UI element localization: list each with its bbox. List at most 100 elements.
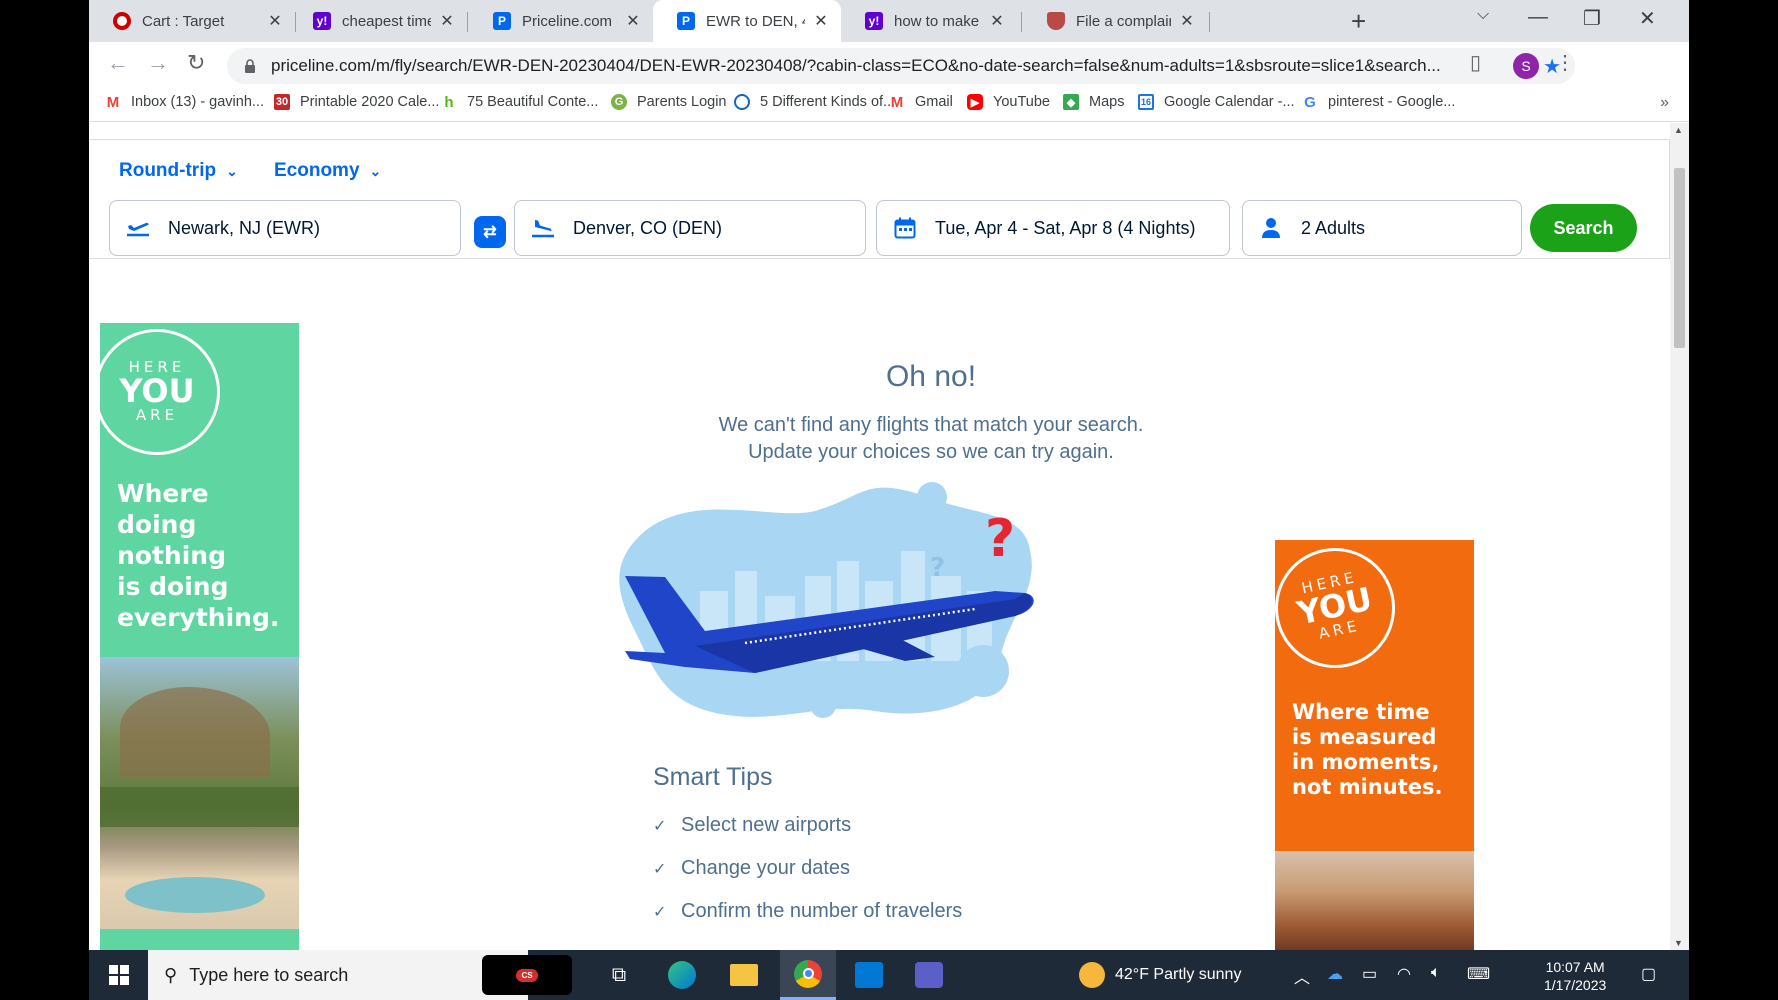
svg-text:?: ? [985,509,1015,569]
yahoo-icon: y! [313,12,331,30]
wifi-icon[interactable]: ◠ [1397,964,1411,984]
address-bar[interactable]: priceline.com/m/fly/search/EWR-DEN-20230… [227,48,1575,84]
file-explorer-icon[interactable] [719,950,769,1000]
origin-field[interactable]: Newark, NJ (EWR) [109,200,461,256]
ad-headline: Where doing nothing is doing everything. [117,479,280,632]
windows-taskbar: ⚲ Type here to search CS ⧉ 42°F Partly s… [89,950,1689,1000]
tab-label: Cart : Target [142,12,225,30]
bookmark-youtube[interactable]: ▶ YouTube [967,94,1050,110]
tip-item: ✓ Confirm the number of travelers [653,900,963,922]
bookmark-inbox[interactable]: M Inbox (13) - gavinh... [105,94,264,111]
onedrive-icon[interactable]: ☁ [1327,964,1343,984]
dates-value: Tue, Apr 4 - Sat, Apr 8 (4 Nights) [935,217,1196,238]
takeoff-icon [124,214,152,242]
tab-label: how to make a com [894,12,981,30]
task-view-icon[interactable]: ⧉ [594,950,644,1000]
tab-ewr-den[interactable]: P EWR to DEN, 4/4 - ✕ [653,0,841,42]
bookmark-label: 75 Beautiful Conte... [467,94,599,110]
close-icon[interactable]: ✕ [437,11,457,31]
scroll-thumb[interactable] [1674,168,1685,348]
close-window-button[interactable]: ✕ [1639,6,1656,31]
search-button[interactable]: Search [1530,204,1637,252]
url-text: priceline.com/m/fly/search/EWR-DEN-20230… [271,56,1441,75]
show-hidden-icons[interactable]: ︿ [1294,964,1310,988]
teams-icon[interactable] [904,950,954,1000]
forward-button[interactable]: → [147,50,169,76]
close-icon[interactable]: ✕ [811,11,831,31]
reload-button[interactable]: ↻ [187,50,205,76]
tab-target-cart[interactable]: Cart : Target ✕ [89,0,295,42]
bookmark-gmail[interactable]: M Gmail [889,94,953,111]
dates-field[interactable]: Tue, Apr 4 - Sat, Apr 8 (4 Nights) [876,200,1230,256]
tab-yahoo-cheapest[interactable]: y! cheapest time to fl ✕ [289,0,467,42]
search-icon: ⚲ [164,964,178,985]
scroll-up-icon[interactable]: ▲ [1674,125,1683,135]
svg-text:?: ? [930,553,945,583]
bookmark-label: Printable 2020 Cale... [300,94,440,110]
keyboard-icon[interactable]: ⌨ [1467,964,1490,984]
edge-icon[interactable] [657,950,707,1000]
windows-logo-icon [108,965,129,985]
notifications-icon[interactable]: ▢ [1641,964,1656,984]
close-icon[interactable]: ✕ [987,11,1007,31]
volume-icon[interactable]: 🔈︎ [1431,964,1441,982]
bookmark-printable-calendar[interactable]: 30 Printable 2020 Cale... [274,94,439,110]
weather-widget[interactable]: 42°F Partly sunny [1079,950,1241,1000]
chrome-icon[interactable] [780,950,836,1000]
tab-priceline-home[interactable]: P Priceline.com - The ✕ [469,0,653,42]
minimize-button[interactable]: — [1528,6,1548,29]
bookmark-pinterest-google[interactable]: G pinterest - Google... [1302,93,1455,111]
cabin-class-label: Economy [274,160,360,181]
new-tab-button[interactable]: + [1351,6,1366,37]
airplane-illustration: ? ? [619,482,1034,718]
smart-tips-title: Smart Tips [653,763,773,791]
weather-text: 42°F Partly sunny [1115,966,1242,983]
travelers-field[interactable]: 2 Adults [1242,200,1522,256]
search-highlight-image[interactable]: CS [482,955,572,995]
taskbar-search-box[interactable]: ⚲ Type here to search [148,950,528,1000]
bookmark-parents-login[interactable]: G Parents Login [611,94,726,110]
bookmark-google-calendar[interactable]: 16 Google Calendar -... [1138,94,1295,110]
outlook-icon[interactable] [844,950,894,1000]
windows-start-button[interactable] [89,950,148,1000]
calendar-icon [891,214,919,242]
smart-tips: Smart Tips ✓ Select new airports ✓ Change … [653,763,962,943]
restore-button[interactable]: ❐ [1583,6,1601,31]
flight-search-panel: Round-trip ⌄ Economy ⌄ Newark, NJ (EWR) … [89,139,1670,259]
cabin-class-dropdown[interactable]: Economy ⌄ [274,160,381,182]
clock-date: 1/17/2023 [1544,977,1607,993]
bookmark-label: YouTube [993,94,1050,110]
battery-icon[interactable]: ▭ [1362,964,1377,984]
tab-search-icon[interactable]: ⌵ [1477,6,1489,24]
menu-kebab-icon[interactable]: ⋮ [1555,50,1575,75]
swap-airports-button[interactable]: ⇄ [474,216,506,248]
side-panel-icon[interactable]: ▯ [1470,50,1481,75]
close-icon[interactable]: ✕ [265,11,285,31]
priceline-icon: P [493,12,511,30]
travelers-value: 2 Adults [1301,217,1366,238]
back-button[interactable]: ← [107,50,129,76]
google-icon: G [1304,93,1316,111]
trip-type-dropdown[interactable]: Round-trip ⌄ [119,160,238,182]
tab-yahoo-complaint[interactable]: y! how to make a com ✕ [841,0,1017,42]
tip-item: ✓ Change your dates [653,857,851,879]
bookmark-maps[interactable]: ◆ Maps [1063,94,1124,110]
calendar-30-icon: 30 [274,94,290,110]
ad-banner-right[interactable]: HERE YOU ARE Where time is measured in m… [1275,540,1474,950]
bookmark-75-beautiful[interactable]: h 75 Beautiful Conte... [441,94,599,111]
more-bookmarks-icon[interactable]: » [1660,94,1669,112]
scroll-down-icon[interactable]: ▼ [1674,938,1683,948]
bookmark-label: 5 Different Kinds of... [760,94,896,110]
close-icon[interactable]: ✕ [623,11,643,31]
destination-field[interactable]: Denver, CO (DEN) [514,200,866,256]
bookmark-label: Parents Login [637,94,727,110]
close-icon[interactable]: ✕ [1177,11,1197,31]
profile-avatar[interactable]: S [1513,53,1539,79]
page-scrollbar[interactable]: ▲ ▼ [1670,123,1689,950]
no-results-message: Oh no! We can't find any flights that ma… [649,360,1213,466]
ad-banner-left[interactable]: HERE YOU ARE Where doing nothing is doin… [100,323,299,950]
tab-file-complaint[interactable]: File a complaint 😟 ✕ [1023,0,1207,42]
page-content: Round-trip ⌄ Economy ⌄ Newark, NJ (EWR) … [89,123,1670,950]
taskbar-clock[interactable]: 10:07 AM 1/17/2023 [1544,958,1606,994]
bookmark-5-kinds[interactable]: 5 Different Kinds of... [734,94,895,110]
